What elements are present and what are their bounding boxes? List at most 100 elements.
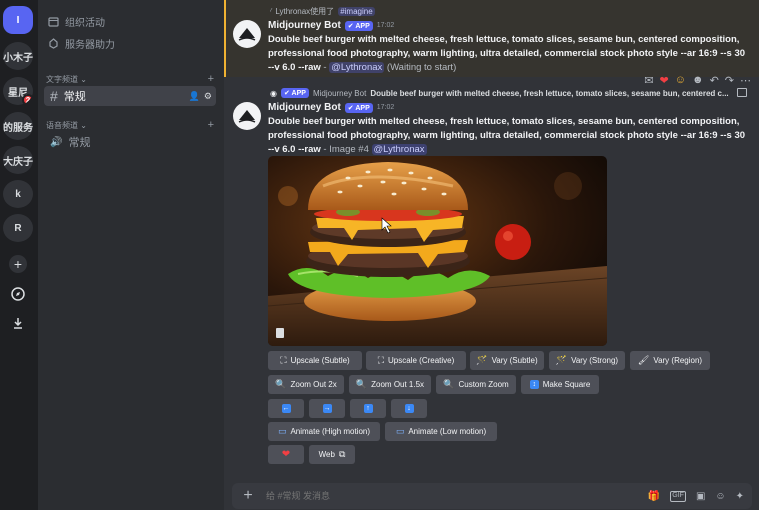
channel-label: 常规 [68, 137, 91, 149]
server-item[interactable]: R [3, 214, 33, 242]
reply-line[interactable]: ◉ ✔ APP Midjourney Bot Double beef burge… [270, 87, 740, 99]
slash-command-icon: ⁄ [270, 6, 272, 16]
home-server-icon[interactable]: I [3, 6, 33, 34]
download-icon[interactable] [9, 314, 27, 332]
chat-area: ⁄ Lythronax使用了 #imagine Midjourney Bot ✔… [224, 0, 759, 510]
separator: - [320, 62, 330, 73]
brush-icon: 🖌 [637, 355, 650, 365]
events-label: 组织活动 [65, 17, 105, 29]
magic-wand-icon: 🪄 [555, 355, 568, 365]
apps-icon[interactable]: ✦ [736, 491, 744, 502]
reply-command: imagine [344, 6, 373, 16]
boost-label: 服务器助力 [65, 39, 115, 51]
mention-highlight-bar [224, 0, 226, 77]
pan-right-button[interactable]: → [309, 399, 345, 418]
add-attachment-icon[interactable]: + [240, 487, 256, 504]
message-composer: + 🎁 GIF ▣ ☺ ✦ [232, 483, 752, 509]
magnifier-icon: 🔍 [275, 379, 287, 389]
arrow-up-icon: ↑ [363, 404, 373, 413]
server-item[interactable]: 大庆子 [3, 146, 33, 174]
user-mention[interactable]: @Lythronax [329, 62, 385, 73]
arrow-right-icon: → [322, 404, 332, 413]
message-header: Midjourney Bot ✔ APP 17:02 [268, 102, 394, 113]
avatar[interactable] [233, 102, 261, 130]
pan-left-button[interactable]: ← [268, 399, 304, 418]
envelope-icon[interactable]: ✉ [644, 74, 653, 87]
text-category-label: 文字频道 [46, 74, 78, 84]
status-text: (Waiting to start) [386, 62, 457, 73]
invite-icon[interactable]: 👤 [189, 91, 200, 102]
discord-window: I 小木子 星尼 2 的服务 大庆子 k R + 组织活动 服务器助力 文字频道 … [0, 0, 759, 510]
reply-line: ⁄ Lythronax使用了 #imagine [270, 6, 375, 16]
add-reaction-icon[interactable]: ☻ [692, 74, 704, 86]
more-icon[interactable]: ⋯ [740, 74, 751, 87]
animate-low-button[interactable]: ▭ Animate (Low motion) [385, 422, 497, 441]
boost-link[interactable]: 服务器助力 [48, 34, 115, 52]
pan-up-button[interactable]: ↑ [350, 399, 386, 418]
vary-subtle-button[interactable]: 🪄 Vary (Subtle) [470, 351, 544, 370]
heart-reaction-icon[interactable]: ❤ [660, 74, 669, 87]
reply-text: Double beef burger with melted cheese, f… [370, 88, 729, 98]
zoom-out-1-5x-button[interactable]: 🔍 Zoom Out 1.5x [349, 375, 431, 394]
channel-general-voice[interactable]: 🔊 常规 [44, 132, 216, 152]
channel-label: 常规 [63, 91, 86, 103]
explore-icon[interactable] [9, 285, 27, 303]
app-tag: ✔ APP [344, 20, 373, 31]
chevron-down-icon: ⌄ [80, 120, 87, 130]
emoji-icon[interactable]: ☺ [715, 491, 725, 502]
animate-high-button[interactable]: ▭ Animate (High motion) [268, 422, 380, 441]
chevron-down-icon: ⌄ [80, 74, 87, 84]
speaker-icon: 🔊 [50, 136, 63, 148]
web-link-button[interactable]: Web ⧉ [309, 445, 355, 464]
external-link-icon: ⧉ [338, 449, 346, 459]
add-channel-icon[interactable]: + [208, 73, 214, 85]
add-channel-icon[interactable]: + [208, 119, 214, 131]
server-item[interactable]: 星尼 2 [3, 77, 33, 105]
avatar[interactable] [233, 20, 261, 48]
vary-strong-button[interactable]: 🪄 Vary (Strong) [549, 351, 625, 370]
expand-icon: ⛶ [280, 355, 287, 365]
reply-icon[interactable]: ↶ [710, 74, 719, 87]
zoom-out-2x-button[interactable]: 🔍 Zoom Out 2x [268, 375, 344, 394]
pan-down-button[interactable]: ↓ [391, 399, 427, 418]
gif-icon[interactable]: GIF [670, 490, 686, 502]
upscale-creative-button[interactable]: ⛶ Upscale (Creative) [366, 351, 466, 370]
channel-sidebar: 组织活动 服务器助力 文字频道 ⌄ + # 常规 👤 ⚙ 语音频道 ⌄ + 🔊 … [38, 0, 224, 510]
events-link[interactable]: 组织活动 [48, 12, 105, 30]
timestamp: 17:02 [376, 22, 395, 29]
magnifier-icon: 🔍 [355, 379, 368, 389]
upscale-subtle-button[interactable]: ⛶ Upscale (Subtle) [268, 351, 362, 370]
reply-avatar-icon: ◉ [270, 88, 277, 98]
user-mention[interactable]: @Lythronax [371, 144, 427, 155]
smile-reaction-icon[interactable]: ☺ [675, 74, 686, 86]
sticker-icon[interactable]: ▣ [696, 491, 705, 502]
server-item[interactable]: 小木子 [3, 42, 33, 70]
film-icon: ▭ [395, 426, 405, 436]
voice-category[interactable]: 语音频道 ⌄ + [46, 118, 214, 132]
message-hover-toolbar: ✉ ❤ ☺ ☻ ↶ ↷ ⋯ [644, 72, 751, 88]
magic-wand-icon: 🪄 [476, 355, 488, 365]
favorite-button[interactable]: ❤ [268, 445, 304, 464]
text-category[interactable]: 文字频道 ⌄ + [46, 72, 214, 86]
arrow-left-icon: ← [281, 404, 291, 413]
arrow-down-icon: ↓ [404, 404, 414, 413]
forward-icon[interactable]: ↷ [725, 74, 734, 87]
gift-icon[interactable]: 🎁 [648, 491, 660, 502]
image-icon [737, 88, 747, 97]
message-body: Double beef burger with melted cheese, f… [268, 115, 748, 157]
server-item[interactable]: 的服务 [3, 112, 33, 140]
add-server-icon[interactable]: + [9, 255, 27, 273]
gear-icon[interactable]: ⚙ [204, 91, 212, 102]
app-tag: ✔ APP [344, 102, 373, 113]
server-item[interactable]: k [3, 180, 33, 208]
vary-region-button[interactable]: 🖌 Vary (Region) [630, 351, 710, 370]
custom-zoom-button[interactable]: 🔍 Custom Zoom [436, 375, 516, 394]
make-square-button[interactable]: ↕ Make Square [521, 375, 599, 394]
author-name[interactable]: Midjourney Bot [268, 102, 341, 113]
generated-image[interactable] [268, 156, 607, 346]
message-input[interactable] [266, 491, 638, 501]
updown-arrow-icon: ↕ [529, 380, 539, 389]
author-name[interactable]: Midjourney Bot [268, 20, 341, 31]
channel-general-text[interactable]: # 常规 👤 ⚙ [44, 86, 216, 106]
expand-icon: ⛶ [377, 355, 385, 365]
